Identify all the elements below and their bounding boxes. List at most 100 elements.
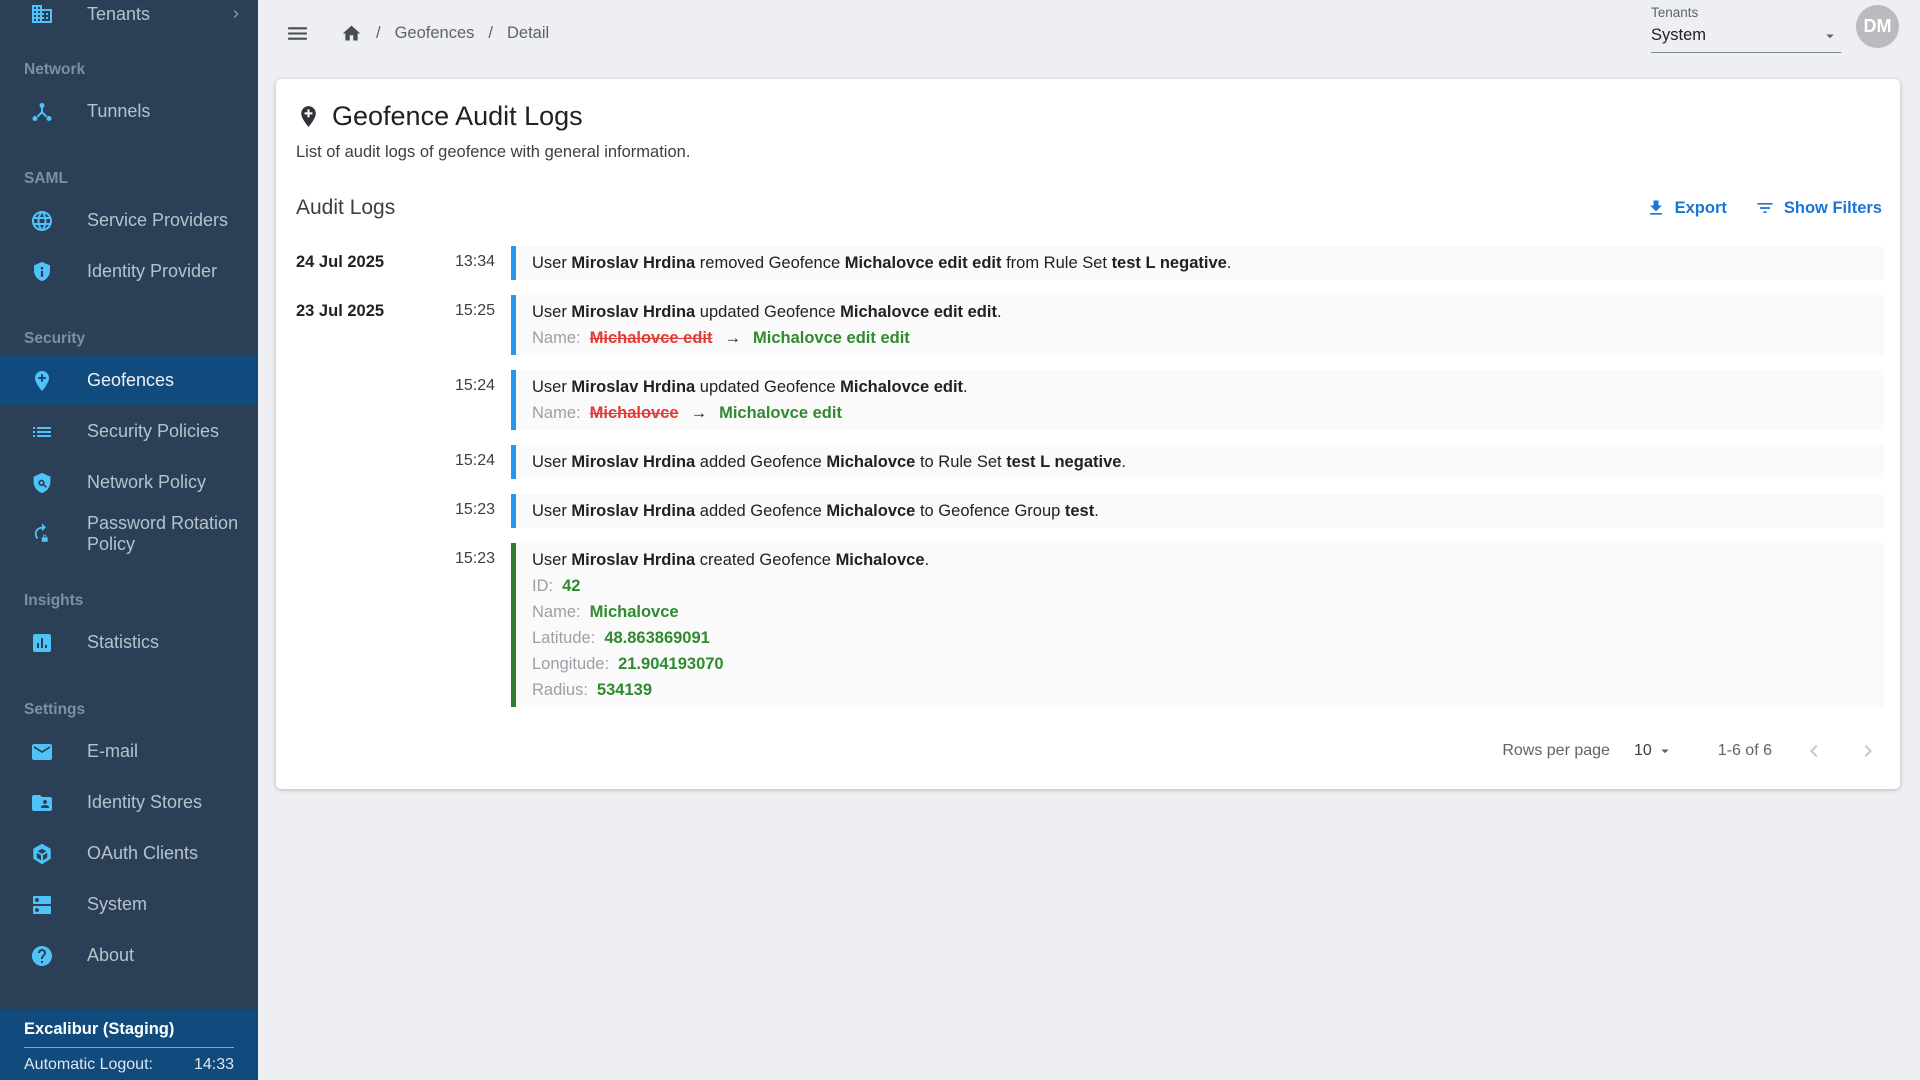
message-text: User [532,303,571,321]
message-text: updated Geofence [695,303,840,321]
audit-log-row: 23 Jul 2025 15:25 User Miroslav Hrdina u… [296,295,1884,355]
sidebar-item-label: System [87,894,147,915]
log-date [296,370,426,430]
log-time: 15:23 [426,543,495,707]
sidebar-item-tenants[interactable]: Tenants [0,0,258,28]
sidebar-item-security-policies[interactable]: Security Policies [0,406,258,457]
message-object: Michalovce edit edit [840,303,997,321]
new-value: Michalovce edit [719,404,842,422]
detail-value: 21.904193070 [618,655,724,673]
sidebar-section-network: Network [0,54,258,86]
log-message: User Miroslav Hrdina updated Geofence Mi… [532,299,1868,325]
rows-per-page-value: 10 [1634,742,1652,760]
rows-per-page-select[interactable]: 10 [1634,742,1674,760]
audit-log-row: 15:24 User Miroslav Hrdina added Geofenc… [296,445,1884,479]
change-line: Name:Michalovce→Michalovce edit [532,400,1868,426]
shield-info-icon [30,260,54,284]
log-time: 15:24 [426,445,495,479]
message-text: User [532,254,571,272]
message-text: . [1121,453,1126,471]
log-entry: User Miroslav Hrdina added Geofence Mich… [511,445,1884,479]
old-value: Michalovce [590,404,679,422]
log-entry: User Miroslav Hrdina removed Geofence Mi… [511,246,1884,280]
sidebar-item-email[interactable]: E-mail [0,726,258,777]
sidebar-item-network-policy[interactable]: Network Policy [0,457,258,508]
log-message: User Miroslav Hrdina added Geofence Mich… [532,498,1868,524]
log-message: User Miroslav Hrdina added Geofence Mich… [532,449,1868,475]
sidebar-item-label: Statistics [87,632,159,653]
logout-label: Automatic Logout: [24,1056,153,1074]
log-entry: User Miroslav Hrdina updated Geofence Mi… [511,295,1884,355]
hub-icon [30,100,54,124]
sidebar-item-service-providers[interactable]: Service Providers [0,195,258,246]
header-actions: Export Show Filters [1646,198,1884,218]
detail-value: 534139 [597,681,652,699]
card-title-row: Geofence Audit Logs [296,101,1884,132]
audit-log-row: 15:23 User Miroslav Hrdina created Geofe… [296,543,1884,707]
dropdown-caret-icon [1821,27,1839,45]
change-line: Name:Michalovce edit→Michalovce edit edi… [532,325,1868,351]
message-object: Michalovce [826,502,915,520]
tenants-selected-value: System [1651,26,1706,45]
sidebar-section-saml: SAML [0,163,258,195]
app-name: Excalibur (Staging) [24,1020,234,1047]
sidebar-item-system[interactable]: System [0,879,258,930]
log-message: User Miroslav Hrdina updated Geofence Mi… [532,374,1868,400]
sidebar-item-identity-stores[interactable]: Identity Stores [0,777,258,828]
message-target: test [1065,502,1094,520]
message-text: . [1094,502,1099,520]
export-button[interactable]: Export [1646,198,1727,218]
message-text: User [532,453,571,471]
message-text: added Geofence [695,502,826,520]
sidebar-item-oauth-clients[interactable]: OAuth Clients [0,828,258,879]
list-icon [30,420,54,444]
audit-logs-header-row: Audit Logs Export Show Filters [296,196,1884,220]
page-subtitle: List of audit logs of geofence with gene… [296,143,1884,162]
tenants-select-value-row[interactable]: System [1651,20,1841,53]
pagination: Rows per page 10 1-6 of 6 [296,739,1884,763]
audit-log-row: 15:23 User Miroslav Hrdina added Geofenc… [296,494,1884,528]
sidebar-item-geofences[interactable]: Geofences [0,355,258,406]
envelope-icon [30,740,54,764]
message-user: Miroslav Hrdina [571,551,695,569]
message-text: created Geofence [695,551,835,569]
tenants-select-label: Tenants [1651,5,1841,20]
sidebar-item-label: Security Policies [87,421,219,442]
log-message: User Miroslav Hrdina removed Geofence Mi… [532,250,1868,276]
sidebar-item-label: Geofences [87,370,174,391]
old-value: Michalovce edit [590,329,713,347]
message-object: Michalovce edit edit [845,254,1002,272]
sidebar-item-statistics[interactable]: Statistics [0,617,258,668]
message-object: Michalovce [826,453,915,471]
sidebar-item-label: E-mail [87,741,138,762]
tenants-select[interactable]: Tenants System [1651,5,1841,53]
detail-value: 42 [562,577,580,595]
export-label: Export [1675,199,1727,218]
hamburger-menu-icon[interactable] [285,21,310,46]
home-icon[interactable] [341,23,362,44]
message-text: User [532,378,571,396]
topbar: / Geofences / Detail Tenants System DM [258,0,1920,66]
message-text: to Geofence Group [915,502,1065,520]
breadcrumb-current: Detail [507,24,549,43]
sidebar-item-about[interactable]: About [0,930,258,981]
previous-page-button[interactable] [1802,739,1826,763]
sidebar-item-password-rotation-policy[interactable]: Password Rotation Policy [0,508,258,559]
audit-log-list: 24 Jul 2025 13:34 User Miroslav Hrdina r… [296,246,1884,707]
message-target: test L negative [1006,453,1121,471]
geofence-audit-logs-card: Geofence Audit Logs List of audit logs o… [276,79,1900,789]
geofence-pin-icon [296,104,321,129]
breadcrumb-geofences[interactable]: Geofences [395,24,475,43]
next-page-button[interactable] [1856,739,1880,763]
rows-per-page-label: Rows per page [1502,742,1610,760]
message-user: Miroslav Hrdina [571,378,695,396]
detail-label: Latitude: [532,629,595,647]
sidebar-item-label: Tunnels [87,101,150,122]
sidebar-item-tunnels[interactable]: Tunnels [0,86,258,137]
pagination-range: 1-6 of 6 [1718,742,1772,760]
sidebar-item-identity-provider[interactable]: Identity Provider [0,246,258,297]
help-icon [30,944,54,968]
show-filters-button[interactable]: Show Filters [1755,198,1882,218]
avatar[interactable]: DM [1856,5,1899,48]
detail-line: ID:42 [532,573,1868,599]
